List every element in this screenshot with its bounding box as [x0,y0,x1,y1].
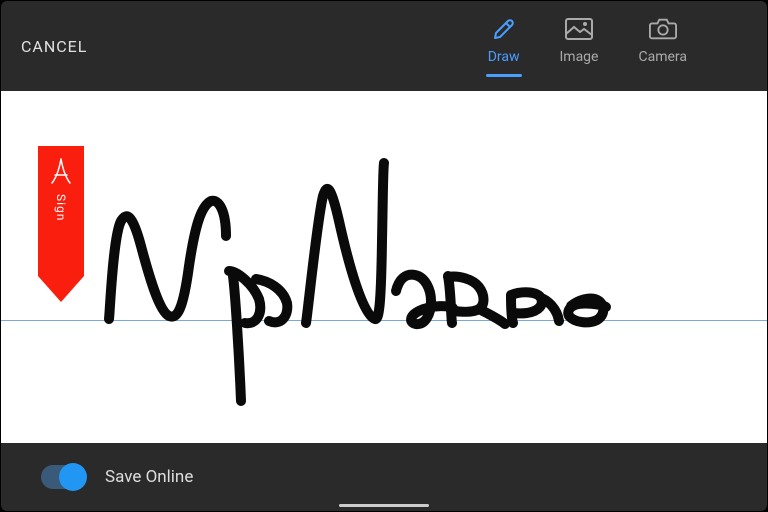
bottom-bar: Save Online [1,443,767,511]
tab-camera[interactable]: Camera [638,17,687,75]
tab-camera-label: Camera [638,49,687,65]
tab-image-label: Image [559,49,598,65]
tab-image[interactable]: Image [559,17,598,75]
toggle-knob [59,463,87,491]
tab-draw[interactable]: Draw [488,17,520,75]
camera-icon [649,17,677,41]
image-icon [565,17,593,41]
signature-canvas[interactable]: Sign [1,91,767,443]
tab-draw-label: Draw [488,49,520,65]
top-toolbar: CANCEL Draw Image [1,1,767,91]
save-online-toggle[interactable] [41,465,85,489]
cancel-button[interactable]: CANCEL [21,37,87,56]
pen-icon [490,17,518,41]
mode-tabs: Draw Image Camera [488,17,687,75]
home-indicator[interactable] [339,504,429,507]
save-online-label: Save Online [105,467,193,487]
handwritten-signature [1,91,767,443]
